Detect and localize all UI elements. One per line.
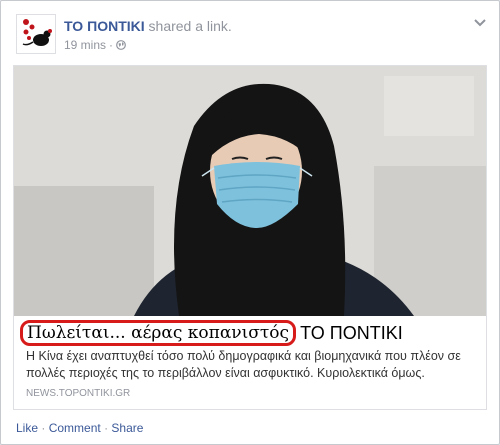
mouse-logo-icon (22, 19, 52, 46)
link-site-name[interactable]: ΤΟ ΠΟΝΤΙΚΙ (300, 323, 403, 344)
meta-separator: · (109, 38, 114, 52)
post-card: ΤΟ ΠΟΝΤΙΚΙ shared a link. 19 mins · Πωλε… (0, 0, 500, 445)
post-header: ΤΟ ΠΟΝΤΙΚΙ shared a link. (64, 18, 232, 34)
globe-icon[interactable] (116, 40, 126, 50)
link-domain: NEWS.TOPONTIKI.GR (26, 388, 131, 399)
link-description: Η Κίνα έχει αναπτυχθεί τόσο πολύ δημογρα… (26, 349, 461, 380)
like-button[interactable]: Like (16, 421, 38, 435)
link-preview-image[interactable] (14, 66, 486, 316)
post-action-text: shared a link. (148, 18, 232, 34)
link-title-highlighted[interactable]: Πωλείται... αέρας κοπανιστός (20, 320, 297, 346)
page-name-link[interactable]: ΤΟ ΠΟΝΤΙΚΙ (64, 18, 145, 34)
link-title-row[interactable]: Πωλείται... αέρας κοπανιστός ΤΟ ΠΟΝΤΙΚΙ (20, 320, 403, 346)
share-button[interactable]: Share (111, 421, 143, 435)
woman-with-face-mask-image (14, 66, 486, 316)
post-timestamp[interactable]: 19 mins (64, 38, 106, 52)
chevron-down-icon[interactable] (473, 17, 487, 27)
post-meta: 19 mins · (64, 38, 126, 52)
link-attachment[interactable]: Πωλείται... αέρας κοπανιστός ΤΟ ΠΟΝΤΙΚΙ … (13, 65, 487, 410)
action-separator: · (104, 421, 109, 435)
comment-button[interactable]: Comment (49, 421, 101, 435)
page-avatar[interactable] (16, 14, 56, 54)
action-separator: · (41, 421, 46, 435)
post-actions: Like · Comment · Share (16, 421, 143, 435)
